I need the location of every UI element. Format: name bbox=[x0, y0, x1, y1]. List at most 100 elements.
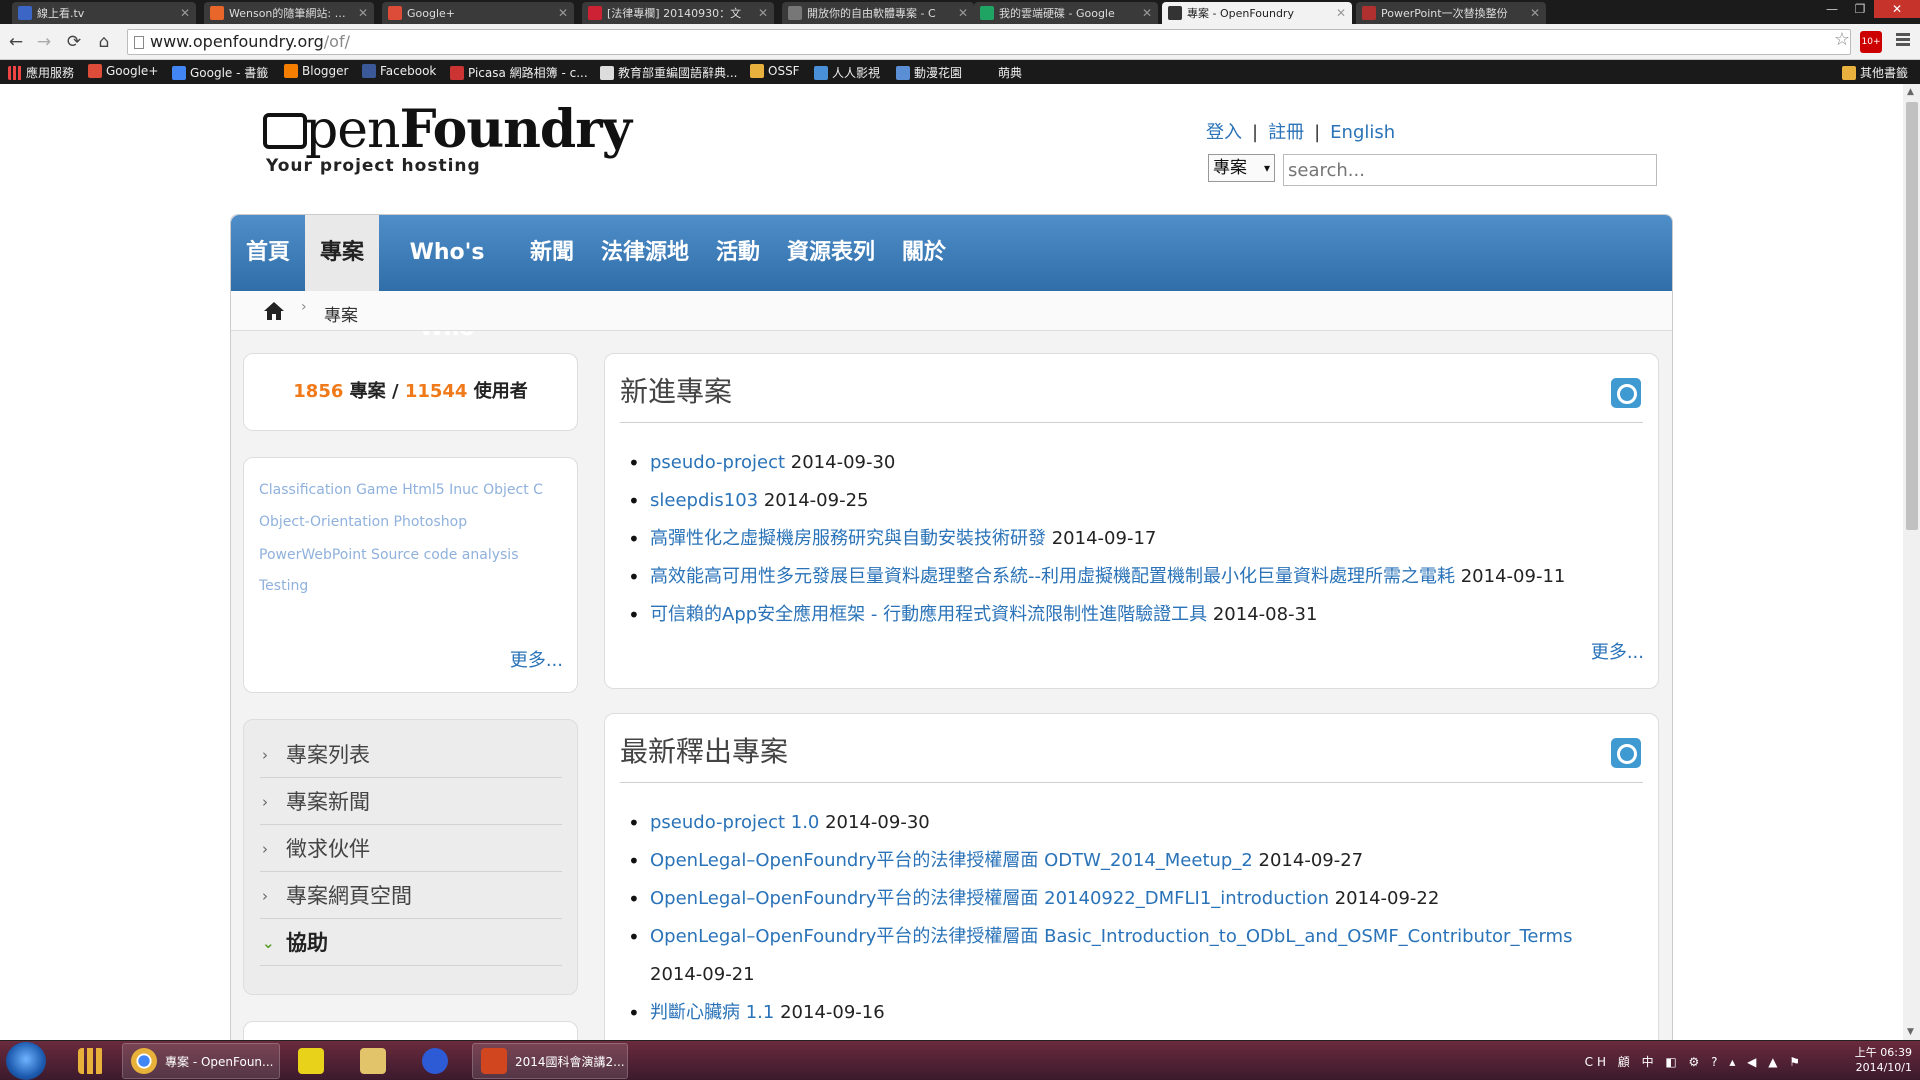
new-projects-more-link[interactable]: 更多... bbox=[1591, 638, 1644, 664]
release-link[interactable]: 判斷心臟病 1.1 bbox=[650, 1002, 774, 1023]
back-button[interactable]: ← bbox=[6, 32, 26, 52]
taskbar-explorer[interactable] bbox=[352, 1043, 396, 1079]
tab-close-icon[interactable]: ✕ bbox=[758, 6, 768, 20]
bookmarks-bar: 應用服務 Google+ Google - 書籤 Blogger Faceboo… bbox=[0, 60, 1920, 84]
bookmark-item[interactable]: 萌典 bbox=[980, 64, 1022, 81]
tab-close-icon[interactable]: ✕ bbox=[1336, 6, 1346, 20]
bookmark-item[interactable]: 動漫花園 bbox=[896, 64, 962, 81]
extension-badge-icon[interactable]: 10+ bbox=[1860, 31, 1882, 53]
latest-releases-title: 最新釋出專案 bbox=[620, 735, 789, 768]
system-tray-icons[interactable]: CH 顧 中 ◧ ⚙ ? ▴ ◀ ▲ ⚑ bbox=[1585, 1053, 1804, 1070]
search-input[interactable] bbox=[1283, 154, 1657, 186]
taskbar-app[interactable] bbox=[414, 1043, 458, 1079]
side-menu-project-news[interactable]: › 專案新聞 bbox=[260, 779, 562, 825]
tab-close-icon[interactable]: ✕ bbox=[558, 6, 568, 20]
release-link[interactable]: pseudo-project 1.0 bbox=[650, 812, 819, 833]
nav-whos-who[interactable]: Who's Who bbox=[379, 215, 515, 341]
home-icon[interactable] bbox=[263, 300, 285, 322]
taskbar-app[interactable] bbox=[290, 1043, 334, 1079]
browser-tab[interactable]: Wenson的隨筆網站: 思想 ✕ bbox=[204, 2, 374, 24]
start-button[interactable] bbox=[6, 1042, 46, 1080]
browser-tab[interactable]: 我的雲端硬碟 - Google ✕ bbox=[974, 2, 1158, 24]
chevron-right-icon: › bbox=[262, 746, 268, 764]
browser-tab[interactable]: 開放你的自由軟體專案 - C ✕ bbox=[782, 2, 974, 24]
project-link[interactable]: 高效能高可用性多元發展巨量資料處理整合系統--利用虛擬機配置機制最小化巨量資料處… bbox=[650, 566, 1455, 587]
scrollbar-thumb[interactable] bbox=[1906, 102, 1918, 530]
tag-cloud: Classification Game Html5 Inuc Object C … bbox=[243, 457, 578, 693]
close-window-button[interactable]: ✕ bbox=[1874, 0, 1920, 18]
page-scrollbar[interactable]: ▲ ▼ bbox=[1903, 84, 1920, 1040]
project-date: 2014-09-25 bbox=[763, 490, 869, 511]
taskbar-apps-icon[interactable] bbox=[70, 1043, 112, 1079]
bookmark-item[interactable]: Picasa 網路相簿 - c... bbox=[450, 64, 588, 81]
scroll-down-icon[interactable]: ▼ bbox=[1907, 1027, 1914, 1037]
nav-legal[interactable]: 法律源地 bbox=[589, 215, 701, 291]
search-scope-select[interactable]: 專案 bbox=[1208, 154, 1275, 182]
browser-tab[interactable]: [法律專欄] 20140930：文 ✕ bbox=[582, 2, 774, 24]
register-link[interactable]: 註冊 bbox=[1268, 122, 1304, 143]
bookmark-star-icon[interactable]: ☆ bbox=[1834, 29, 1850, 50]
breadcrumb-chevron-icon: › bbox=[301, 299, 307, 315]
english-link[interactable]: English bbox=[1330, 122, 1395, 143]
home-button[interactable]: ⌂ bbox=[94, 32, 114, 52]
project-link[interactable]: pseudo-project bbox=[650, 452, 785, 473]
browser-tab-active[interactable]: 專案 - OpenFoundry ✕ bbox=[1162, 2, 1352, 24]
project-link[interactable]: 高彈性化之虛擬機房服務研究與自動安裝技術研發 bbox=[650, 528, 1046, 549]
scroll-up-icon[interactable]: ▲ bbox=[1907, 87, 1914, 97]
rss-feed-icon[interactable] bbox=[1611, 378, 1641, 408]
other-bookmarks[interactable]: 其他書籤 bbox=[1842, 64, 1908, 81]
taskbar-chrome[interactable]: 專案 - OpenFoun... bbox=[122, 1043, 280, 1079]
tag-cloud-line[interactable]: Testing bbox=[259, 578, 308, 594]
rrys-icon bbox=[814, 65, 828, 80]
minimize-button[interactable]: — bbox=[1818, 0, 1846, 18]
bookmark-item[interactable]: 教育部重編國語辭典... bbox=[600, 64, 737, 81]
bookmark-item[interactable]: Google - 書籤 bbox=[172, 64, 268, 81]
bookmark-item[interactable]: Blogger bbox=[284, 64, 348, 78]
side-menu-webspace[interactable]: › 專案網頁空間 bbox=[260, 873, 562, 919]
nav-projects[interactable]: 專案 bbox=[305, 215, 379, 291]
bookmark-item[interactable]: Google+ bbox=[88, 64, 158, 78]
restore-button[interactable]: ❐ bbox=[1846, 0, 1874, 18]
tag-cloud-line[interactable]: Object-Orientation Photoshop bbox=[259, 514, 467, 530]
openfoundry-logo[interactable]: penFoundry Your project hosting bbox=[263, 102, 632, 176]
bookmark-folder[interactable]: OSSF bbox=[750, 64, 800, 78]
nav-events[interactable]: 活動 bbox=[701, 215, 775, 291]
list-item: 可信賴的App安全應用框架 - 行動應用程式資料流限制性進階驗證工具 2014-… bbox=[628, 596, 1644, 634]
chrome-menu-icon[interactable] bbox=[1896, 33, 1910, 47]
release-link[interactable]: OpenLegal–OpenFoundry平台的法律授權層面 ODTW_2014… bbox=[650, 850, 1253, 871]
clock-time: 上午 06:39 bbox=[1854, 1046, 1912, 1059]
bookmark-apps[interactable]: 應用服務 bbox=[8, 64, 74, 81]
tab-close-icon[interactable]: ✕ bbox=[180, 6, 190, 20]
tags-more-link[interactable]: 更多... bbox=[510, 646, 563, 672]
nav-about[interactable]: 關於 bbox=[887, 215, 961, 291]
tag-cloud-line[interactable]: PowerWebPoint Source code analysis bbox=[259, 547, 519, 563]
release-link[interactable]: OpenLegal–OpenFoundry平台的法律授權層面 Basic_Int… bbox=[650, 926, 1572, 947]
tab-close-icon[interactable]: ✕ bbox=[1142, 6, 1152, 20]
bookmark-item[interactable]: Facebook bbox=[362, 64, 436, 78]
new-projects-title: 新進專案 bbox=[620, 375, 733, 408]
browser-tab[interactable]: 線上看.tv ✕ bbox=[12, 2, 196, 24]
nav-home[interactable]: 首頁 bbox=[231, 215, 305, 291]
browser-tab[interactable]: PowerPoint一次替換整份 ✕ bbox=[1356, 2, 1546, 24]
browser-tab[interactable]: Google+ ✕ bbox=[382, 2, 574, 24]
taskbar-powerpoint[interactable]: 2014國科會演講2... bbox=[472, 1043, 628, 1079]
tab-close-icon[interactable]: ✕ bbox=[358, 6, 368, 20]
project-link[interactable]: 可信賴的App安全應用框架 - 行動應用程式資料流限制性進階驗證工具 bbox=[650, 604, 1207, 625]
project-link[interactable]: sleepdis103 bbox=[650, 490, 758, 511]
tab-close-icon[interactable]: ✕ bbox=[958, 6, 968, 20]
forward-button[interactable]: → bbox=[34, 32, 54, 52]
taskbar-clock[interactable]: 上午 06:39 2014/10/1 bbox=[1855, 1045, 1912, 1075]
side-menu-help[interactable]: ⌄ 協助 bbox=[260, 920, 562, 966]
reload-button[interactable]: ⟳ bbox=[64, 32, 84, 52]
rss-feed-icon[interactable] bbox=[1611, 738, 1641, 768]
release-link[interactable]: OpenLegal–OpenFoundry平台的法律授權層面 20140922_… bbox=[650, 888, 1329, 909]
nav-resources[interactable]: 資源表列 bbox=[775, 215, 887, 291]
address-bar[interactable]: www.openfoundry.org/of/ bbox=[127, 29, 1851, 55]
tab-close-icon[interactable]: ✕ bbox=[1530, 6, 1540, 20]
login-link[interactable]: 登入 bbox=[1206, 122, 1242, 143]
side-menu-find-partners[interactable]: › 徵求伙伴 bbox=[260, 826, 562, 872]
bookmark-item[interactable]: 人人影視 bbox=[814, 64, 880, 81]
tag-cloud-line[interactable]: Classification Game Html5 Inuc Object C bbox=[259, 482, 543, 498]
side-menu-project-list[interactable]: › 專案列表 bbox=[260, 732, 562, 778]
nav-news[interactable]: 新聞 bbox=[515, 215, 589, 291]
